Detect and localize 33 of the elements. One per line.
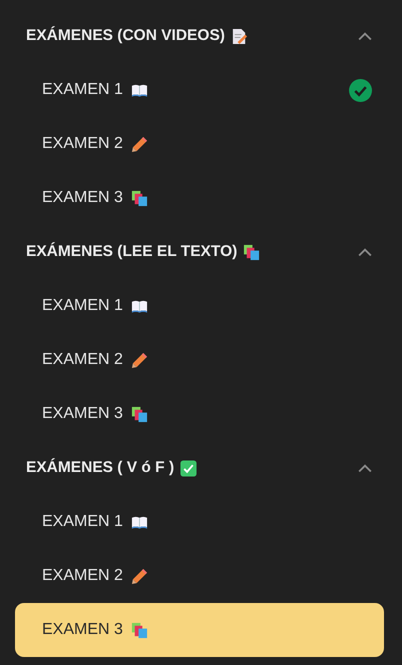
check-box-icon <box>180 460 198 476</box>
books-icon <box>130 622 148 638</box>
pencil-icon <box>130 136 148 152</box>
item-label: EXAMEN 3 <box>42 405 123 423</box>
section-title: EXÁMENES ( V ó F ) <box>26 459 174 477</box>
item-label: EXAMEN 3 <box>42 189 123 207</box>
books-icon <box>130 406 148 422</box>
exam-item[interactable]: EXAMEN 1 <box>15 279 384 333</box>
collapse-chevron-icon[interactable] <box>358 31 372 41</box>
exam-item[interactable]: EXAMEN 3 <box>15 171 384 225</box>
item-label: EXAMEN 1 <box>42 297 123 315</box>
item-label: EXAMEN 1 <box>42 513 123 531</box>
section-title: EXÁMENES (CON VIDEOS) <box>26 27 225 45</box>
item-label: EXAMEN 1 <box>42 81 123 99</box>
books-icon <box>243 244 260 260</box>
exam-item[interactable]: EXAMEN 3 <box>15 387 384 441</box>
item-label: EXAMEN 2 <box>42 567 123 585</box>
item-label: EXAMEN 3 <box>42 621 123 639</box>
exam-item[interactable]: EXAMEN 2 <box>15 549 384 603</box>
books-icon <box>130 190 148 206</box>
exam-item[interactable]: EXAMEN 1 <box>15 63 384 117</box>
exam-item[interactable]: EXAMEN 3 <box>15 603 384 657</box>
section-title: EXÁMENES (LEE EL TEXTO) <box>26 243 238 261</box>
collapse-chevron-icon[interactable] <box>358 463 372 473</box>
pencil-icon <box>130 568 148 584</box>
pencil-icon <box>130 352 148 368</box>
exam-item[interactable]: EXAMEN 2 <box>15 333 384 387</box>
item-label: EXAMEN 2 <box>42 351 123 369</box>
exam-item[interactable]: EXAMEN 1 <box>15 495 384 549</box>
item-label: EXAMEN 2 <box>42 135 123 153</box>
memo-icon <box>230 28 248 44</box>
exam-item[interactable]: EXAMEN 2 <box>15 117 384 171</box>
collapse-chevron-icon[interactable] <box>358 247 372 257</box>
